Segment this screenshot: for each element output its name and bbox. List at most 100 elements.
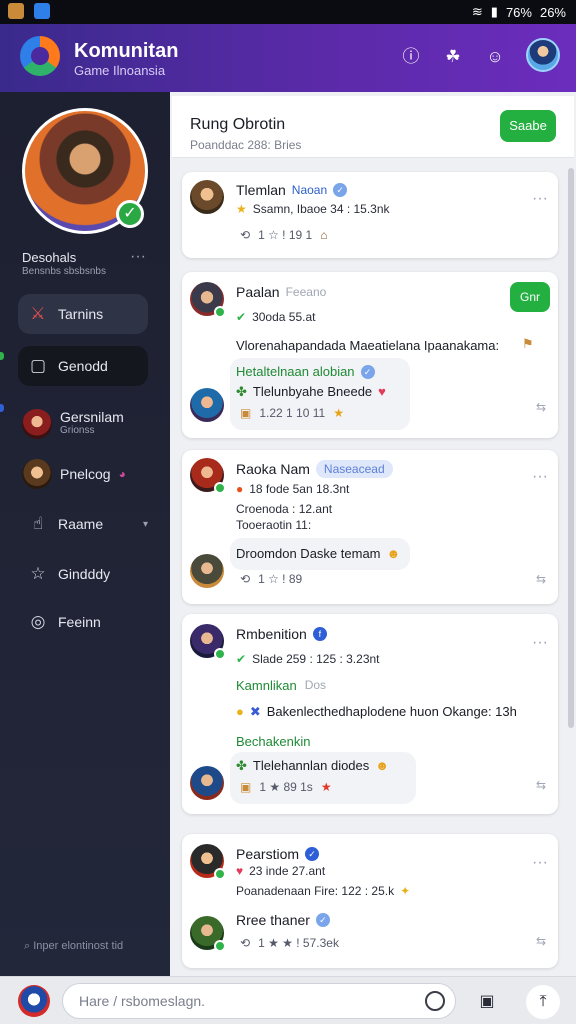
post-body: Vlorenahapandada Maeatielana Ipaanakama: bbox=[236, 338, 500, 353]
reply-tag[interactable]: Hetaltelnaan alobian bbox=[236, 364, 355, 379]
chat-icon[interactable]: ☺ bbox=[482, 44, 508, 70]
verified-icon: ✓ bbox=[360, 364, 375, 379]
scrollbar[interactable] bbox=[568, 168, 574, 728]
heart-icon: ♥ bbox=[378, 384, 386, 399]
share-icon[interactable]: ⇆ bbox=[536, 572, 546, 586]
post-avatar[interactable] bbox=[190, 844, 226, 880]
post-author[interactable]: Paalan bbox=[236, 284, 280, 300]
post-line: Poanadenaan Fire: 122 : 25.k bbox=[236, 884, 395, 898]
pin-icon: ⚑ bbox=[522, 336, 534, 351]
post-meta: Slade 259 : 125 : 3.23nt bbox=[252, 652, 380, 666]
post-card: Pearstiom ✓ ··· ♥ 23 inde 27.ant Poanade… bbox=[182, 834, 558, 968]
heart-icon: ♥ bbox=[236, 864, 244, 878]
sidebar-footer[interactable]: ⌕ Inper elontinost tid bbox=[24, 940, 123, 953]
sidebar-item-raame[interactable]: ☝ Raame ▾ bbox=[18, 504, 148, 544]
post-avatar[interactable] bbox=[190, 624, 226, 660]
send-button[interactable]: ⤒ bbox=[526, 985, 560, 1019]
thumbs-up-icon: ☝ bbox=[32, 514, 44, 533]
share-icon[interactable]: ⇆ bbox=[536, 934, 546, 948]
app-logo bbox=[20, 36, 60, 76]
more-options-icon[interactable]: ··· bbox=[532, 190, 548, 208]
profile-subtitle: Bensnbs sbsbsnbs bbox=[22, 266, 106, 277]
emoji-icon: ◕ bbox=[118, 467, 126, 481]
sidebar-item-gindddy[interactable]: ☆ Gindddy bbox=[18, 554, 148, 594]
post-author[interactable]: Raoka Nam bbox=[236, 461, 310, 477]
post-highlight[interactable]: Kamnlikan bbox=[236, 678, 297, 693]
post-author[interactable]: Tlemlan bbox=[236, 182, 286, 198]
reply-avatar[interactable] bbox=[190, 766, 224, 800]
composer-avatar[interactable] bbox=[18, 985, 50, 1017]
clock-icon[interactable] bbox=[425, 991, 445, 1011]
status-bar: ≋ ▮ 76% 26% bbox=[0, 0, 576, 24]
post-line: Tooeraotin 11: bbox=[236, 518, 312, 532]
gift-icon: ▣ bbox=[240, 406, 252, 420]
battery-text: 76% bbox=[505, 4, 532, 20]
post-avatar[interactable] bbox=[190, 180, 224, 214]
share-icon[interactable]: ⇆ bbox=[536, 400, 546, 414]
more-options-icon[interactable]: ··· bbox=[532, 468, 548, 486]
post-author[interactable]: Rmbenition bbox=[236, 626, 307, 642]
join-button[interactable]: Gnr bbox=[510, 282, 550, 312]
message-input[interactable]: Hare / rsbomeslagn. bbox=[62, 983, 456, 1019]
reply-author[interactable]: Rree thaner bbox=[236, 912, 310, 928]
friends-icon[interactable]: ☘ bbox=[440, 44, 466, 70]
sidebar-item-label: Tarnins bbox=[58, 306, 104, 322]
online-badge bbox=[214, 306, 226, 318]
wifi-icon: ≋ bbox=[471, 4, 483, 19]
post-meta: Ssamn, Ibaoe 34 : 15.3nk bbox=[252, 202, 390, 216]
user-avatar[interactable] bbox=[526, 38, 560, 72]
reply-avatar[interactable] bbox=[190, 916, 226, 952]
post-tag: Naseacead bbox=[315, 460, 393, 478]
friend-avatar bbox=[22, 409, 52, 439]
bottom-bar: Hare / rsbomeslagn. ▣ ⤒ bbox=[0, 976, 576, 1024]
friend-avatar bbox=[22, 459, 52, 489]
gift-icon: ▣ bbox=[240, 780, 252, 794]
more-options-icon[interactable]: ··· bbox=[532, 634, 548, 652]
sidebar-item-label: Gindddy bbox=[58, 566, 111, 582]
online-badge bbox=[214, 940, 226, 952]
profile-more-icon[interactable]: ··· bbox=[130, 248, 146, 266]
reaction-counts: 1 ☆ ! 19 1 bbox=[258, 228, 313, 242]
sidebar-friend-gersnilam[interactable]: Gersnilam Grionss bbox=[22, 406, 162, 442]
post-author[interactable]: Pearstiom bbox=[236, 846, 299, 862]
star-icon: ☆ bbox=[30, 564, 46, 583]
sidebar-friend-pnelcog[interactable]: Pnelcog ◕ bbox=[22, 456, 162, 492]
reply-avatar[interactable] bbox=[190, 388, 224, 422]
coin-icon: ● bbox=[236, 704, 244, 719]
post-reactions[interactable]: ⟲ 1 ☆ ! 89 bbox=[240, 572, 302, 586]
post-tag: Dos bbox=[304, 678, 327, 692]
reply-text: Tlelehannlan diodes bbox=[252, 758, 370, 773]
post-avatar[interactable] bbox=[190, 458, 226, 494]
smile-icon: ☻ bbox=[386, 546, 401, 561]
info-icon[interactable]: ⓘ bbox=[398, 44, 424, 70]
reaction-counts: 1.22 1 10 11 bbox=[259, 406, 326, 420]
post-card: Raoka Nam Naseacead ··· ● 18 fode 5an 18… bbox=[182, 450, 558, 604]
share-icon[interactable]: ⇆ bbox=[536, 778, 546, 792]
unread-indicator bbox=[0, 404, 4, 412]
sidebar-item-tarnins[interactable]: ⚔ Tarnins bbox=[18, 294, 148, 334]
post-reactions[interactable]: ⟲ 1 ☆ ! 19 1 ⌂ bbox=[240, 228, 327, 242]
gallery-button[interactable]: ▣ bbox=[470, 985, 504, 1019]
save-button[interactable]: Saabe bbox=[500, 110, 556, 142]
post-reactions[interactable]: ▣ 1.22 1 10 11 ★ bbox=[240, 406, 344, 420]
sparkle-icon: ✦ bbox=[400, 884, 411, 898]
page-subtitle: Poanddac 288: Bries bbox=[190, 138, 302, 152]
sidebar-item-genodd[interactable]: ▢ Genodd bbox=[18, 346, 148, 386]
facebook-icon: f bbox=[312, 627, 327, 641]
more-options-icon[interactable]: ··· bbox=[532, 854, 548, 872]
post-highlight[interactable]: Bechakenkin bbox=[236, 734, 310, 749]
app-header: Komunitan Game Ilnoansia ⓘ ☘ ☺ bbox=[0, 24, 576, 92]
post-reactions[interactable]: ▣ 1 ★ 89 1s ★ bbox=[240, 780, 332, 794]
post-avatar[interactable] bbox=[190, 282, 226, 318]
sidebar-item-feeinn[interactable]: ◎ Feeinn bbox=[18, 602, 148, 642]
message-placeholder: Hare / rsbomeslagn. bbox=[79, 993, 206, 1009]
signal-icon: ▮ bbox=[490, 4, 498, 19]
post-card: Tlemlan Naoan ✓ ··· ★ Ssamn, Ibaoe 34 : … bbox=[182, 172, 558, 258]
post-tag: Naoan bbox=[291, 183, 328, 197]
reply-avatar[interactable] bbox=[190, 554, 224, 588]
reaction-counts: 1 ★ 89 1s bbox=[259, 780, 313, 794]
online-badge bbox=[214, 648, 226, 660]
post-reactions[interactable]: ⟲ 1 ★ ★ ! 57.3ek bbox=[240, 936, 339, 950]
app-subtitle: Game Ilnoansia bbox=[74, 63, 166, 78]
cross-icon: ✖ bbox=[249, 704, 261, 719]
